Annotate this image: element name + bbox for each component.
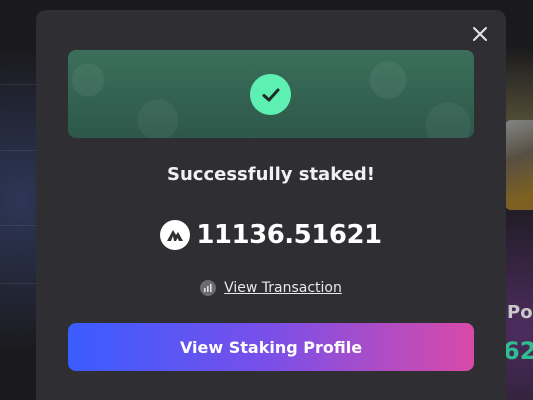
background-divider [0, 84, 40, 85]
check-circle-icon [250, 74, 291, 115]
modal-title: Successfully staked! [167, 164, 375, 185]
close-icon [473, 27, 487, 41]
explorer-icon [200, 280, 217, 296]
view-transaction-link[interactable]: View Transaction [224, 280, 342, 296]
staked-amount: 11136.51621 [36, 220, 506, 250]
background-label: Po [507, 302, 533, 323]
amount-value: 11136.51621 [196, 220, 382, 250]
background-divider [0, 283, 40, 284]
success-banner [68, 50, 474, 138]
background-divider [0, 225, 40, 226]
explorer-glyph [204, 284, 212, 292]
token-logo-glyph [167, 230, 184, 241]
background-artwork [505, 120, 533, 210]
view-staking-profile-button[interactable]: View Staking Profile [68, 323, 474, 371]
transaction-row: View Transaction [36, 280, 506, 296]
background-value: 62 [503, 337, 533, 365]
token-logo-icon [160, 220, 191, 250]
background-divider [0, 150, 40, 151]
success-modal: Successfully staked! 11136.51621 View Tr… [36, 10, 506, 400]
check-icon [262, 88, 279, 101]
close-button[interactable] [470, 24, 490, 44]
